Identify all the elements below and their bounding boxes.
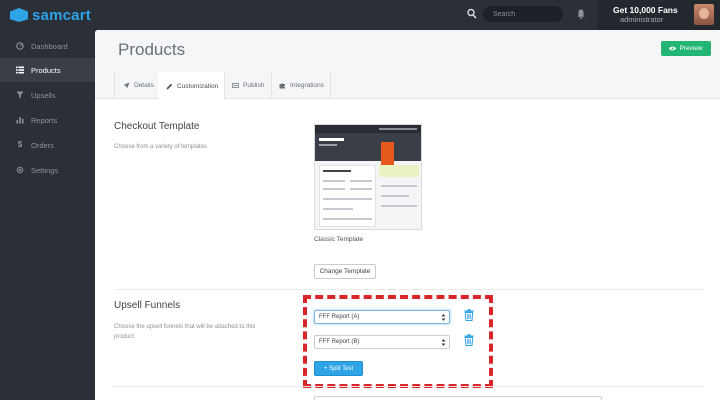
trash-icon[interactable]: [464, 334, 474, 346]
funnel-icon: [16, 91, 24, 99]
sidebar-item-reports[interactable]: Reports: [0, 108, 95, 132]
tab-integrations[interactable]: Integrations: [271, 72, 331, 99]
trash-icon[interactable]: [464, 309, 474, 321]
logo[interactable]: samcart: [10, 6, 91, 24]
sidebar-item-orders[interactable]: $ Orders: [0, 133, 95, 157]
change-template-button[interactable]: Change Template: [314, 264, 376, 279]
rocket-icon: [123, 82, 130, 89]
user-role: administrator: [620, 15, 664, 24]
chevron-updown-icon: [441, 339, 446, 346]
upsell-funnel-select-b[interactable]: FFF Report (B): [314, 335, 450, 349]
sidebar-item-dashboard[interactable]: Dashboard: [0, 34, 95, 58]
list-icon: [16, 66, 24, 74]
tab-bar: Details Customization Publish Integratio…: [95, 72, 720, 100]
avatar[interactable]: [694, 4, 714, 25]
tab-publish[interactable]: Publish: [224, 72, 272, 99]
sidebar-item-label: Orders: [31, 140, 54, 150]
search-input[interactable]: [483, 6, 563, 22]
tab-details[interactable]: Details: [114, 72, 159, 99]
tab-customization[interactable]: Customization: [158, 72, 225, 100]
sidebar-item-upsells[interactable]: Upsells: [0, 83, 95, 107]
tab-label: Details: [134, 82, 154, 89]
logo-cube-icon: [10, 8, 28, 22]
template-thumbnail[interactable]: [314, 124, 422, 230]
tab-label: Integrations: [290, 82, 324, 89]
sidebar-item-label: Settings: [31, 165, 59, 175]
eye-icon: [669, 46, 677, 51]
checkout-template-description: Choose from a variety of templates: [114, 144, 208, 150]
pencil-icon: [166, 83, 173, 89]
split-test-button[interactable]: + Split Test: [314, 361, 363, 376]
keyboard-icon: [232, 83, 239, 88]
puzzle-icon: [279, 83, 285, 89]
upsell-funnel-select-a[interactable]: FFF Report (A): [314, 310, 450, 324]
checkout-template-title: Checkout Template: [114, 121, 200, 132]
bell-icon[interactable]: [577, 9, 585, 19]
top-bar: samcart Get 10,000 Fans administrator: [0, 0, 720, 30]
user-name: Get 10,000 Fans: [613, 5, 678, 15]
logo-text: samcart: [32, 6, 91, 24]
divider: [114, 289, 704, 290]
page-header: Products Preview: [95, 30, 720, 72]
dashboard-icon: [16, 42, 24, 50]
template-caption: Classic Template: [314, 236, 364, 243]
divider: [114, 386, 704, 387]
sidebar-item-settings[interactable]: Settings: [0, 158, 95, 182]
select-value: FFF Report (B): [319, 339, 360, 345]
page-title: Products: [118, 40, 186, 59]
sidebar-item-products[interactable]: Products: [0, 58, 95, 82]
bar-chart-icon: [16, 116, 24, 124]
chevron-updown-icon: [441, 314, 446, 321]
sidebar-item-label: Dashboard: [31, 41, 68, 51]
preview-button-label: Preview: [679, 45, 703, 52]
sidebar-item-label: Upsells: [31, 90, 56, 100]
sidebar-item-label: Products: [31, 65, 61, 75]
sidebar-item-label: Reports: [31, 115, 58, 125]
user-menu[interactable]: Get 10,000 Fans administrator: [597, 0, 720, 30]
search-icon[interactable]: [467, 8, 477, 20]
next-section-input[interactable]: [314, 396, 602, 400]
sidebar: Dashboard Products Upsells Reports $ Ord…: [0, 30, 95, 400]
upsell-funnels-description: Choose the upsell funnels that will be a…: [114, 324, 256, 340]
tab-label: Customization: [177, 82, 219, 90]
select-value: FFF Report (A): [319, 314, 360, 320]
tab-label: Publish: [243, 82, 265, 89]
dollar-icon: $: [17, 140, 23, 149]
preview-button[interactable]: Preview: [661, 41, 711, 56]
gear-icon: [16, 166, 24, 174]
upsell-funnels-title: Upsell Funnels: [114, 300, 181, 311]
main-content: Products Preview Details Customization P…: [95, 30, 720, 400]
